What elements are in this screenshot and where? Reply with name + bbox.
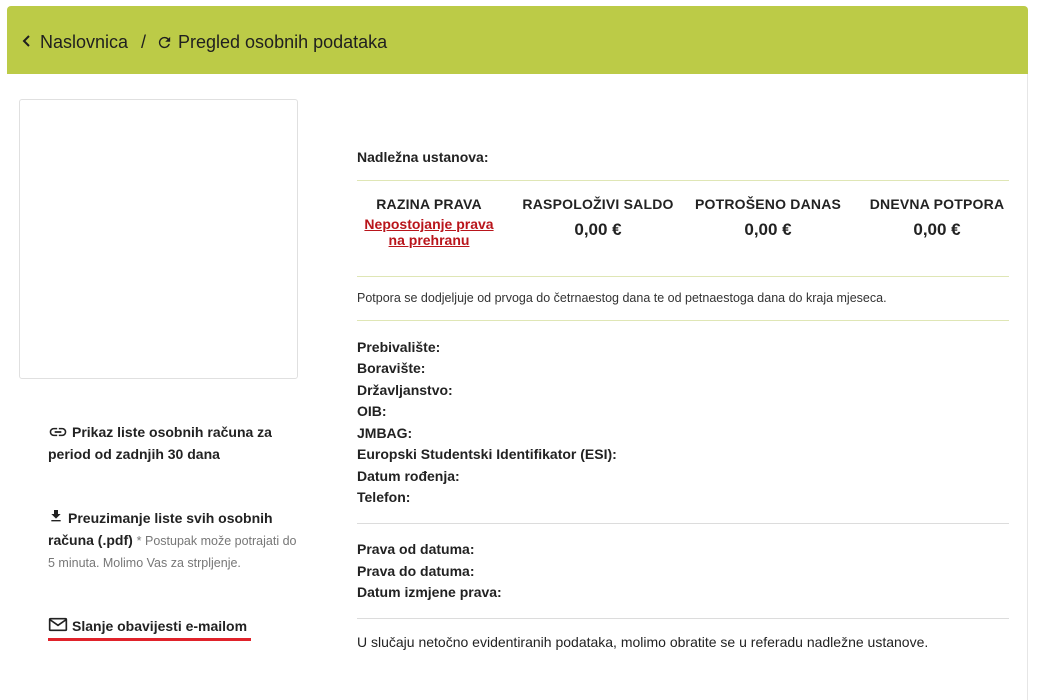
divider: [357, 276, 1009, 277]
divider: [357, 523, 1009, 524]
oib-label: OIB:: [357, 403, 387, 419]
rights-from-label: Prava od datuma:: [357, 541, 475, 557]
download-receipts-link[interactable]: Preuzimanje liste svih osobnih računa (.…: [48, 508, 303, 574]
citizenship-label: Državljanstvo:: [357, 382, 453, 398]
breadcrumb-current: Pregled osobnih podataka: [178, 32, 388, 52]
daily-support-value: 0,00 €: [913, 220, 961, 239]
breadcrumb-home-link[interactable]: Naslovnica: [40, 32, 128, 52]
link-icon: [48, 423, 68, 444]
rights-level-link[interactable]: Nepostojanje prava na prehranu: [357, 216, 501, 248]
rights-to-label: Prava do datuma:: [357, 563, 475, 579]
download-icon: [48, 508, 64, 530]
balance-value: 0,00 €: [574, 220, 622, 239]
divider: [357, 180, 1009, 181]
daily-support-title: DNEVNA POTPORA: [869, 196, 1005, 212]
balance-title: RASPOLOŽIVI SALDO: [522, 196, 674, 212]
mail-icon: [48, 617, 68, 638]
refresh-icon[interactable]: [156, 34, 173, 55]
email-notifications-label: Slanje obavijesti e-mailom: [72, 618, 248, 634]
rights-changed-label: Datum izmjene prava:: [357, 584, 502, 600]
daily-support-column: DNEVNA POTPORA 0,00 €: [866, 196, 1008, 240]
footer-note: U slučaju netočno evidentiranih podataka…: [357, 634, 929, 650]
header-bar: Naslovnica / Pregled osobnih podataka: [7, 6, 1028, 74]
divider: [357, 320, 1009, 321]
institution-label: Nadležna ustanova:: [357, 149, 489, 165]
rights-level-column: RAZINA PRAVA Nepostojanje prava na prehr…: [357, 196, 501, 248]
rights-level-title: RAZINA PRAVA: [376, 196, 482, 212]
jmbag-label: JMBAG:: [357, 425, 413, 441]
recent-receipts-label: Prikaz liste osobnih računa za period od…: [48, 424, 272, 462]
divider: [357, 618, 1009, 619]
esi-label: Europski Studentski Identifikator (ESI):: [357, 446, 617, 462]
phone-label: Telefon:: [357, 489, 411, 505]
breadcrumb-separator: /: [141, 32, 147, 52]
profile-photo: [19, 99, 298, 379]
spent-today-title: POTROŠENO DANAS: [694, 196, 842, 212]
balance-column: RASPOLOŽIVI SALDO 0,00 €: [520, 196, 676, 240]
recent-receipts-link[interactable]: Prikaz liste osobnih računa za period od…: [48, 422, 293, 465]
email-notifications-link[interactable]: Slanje obavijesti e-mailom: [48, 616, 278, 638]
panel-border: [1027, 74, 1028, 700]
spent-today-value: 0,00 €: [744, 220, 792, 239]
birth-date-label: Datum rođenja:: [357, 468, 460, 484]
active-link-underline: [48, 638, 251, 641]
stay-address-label: Boravište:: [357, 360, 426, 376]
support-info-text: Potpora se dodjeljuje od prvoga do četrn…: [357, 291, 887, 305]
residence-label: Prebivalište:: [357, 339, 441, 355]
back-chevron-icon[interactable]: [21, 32, 33, 54]
spent-today-column: POTROŠENO DANAS 0,00 €: [692, 196, 844, 240]
